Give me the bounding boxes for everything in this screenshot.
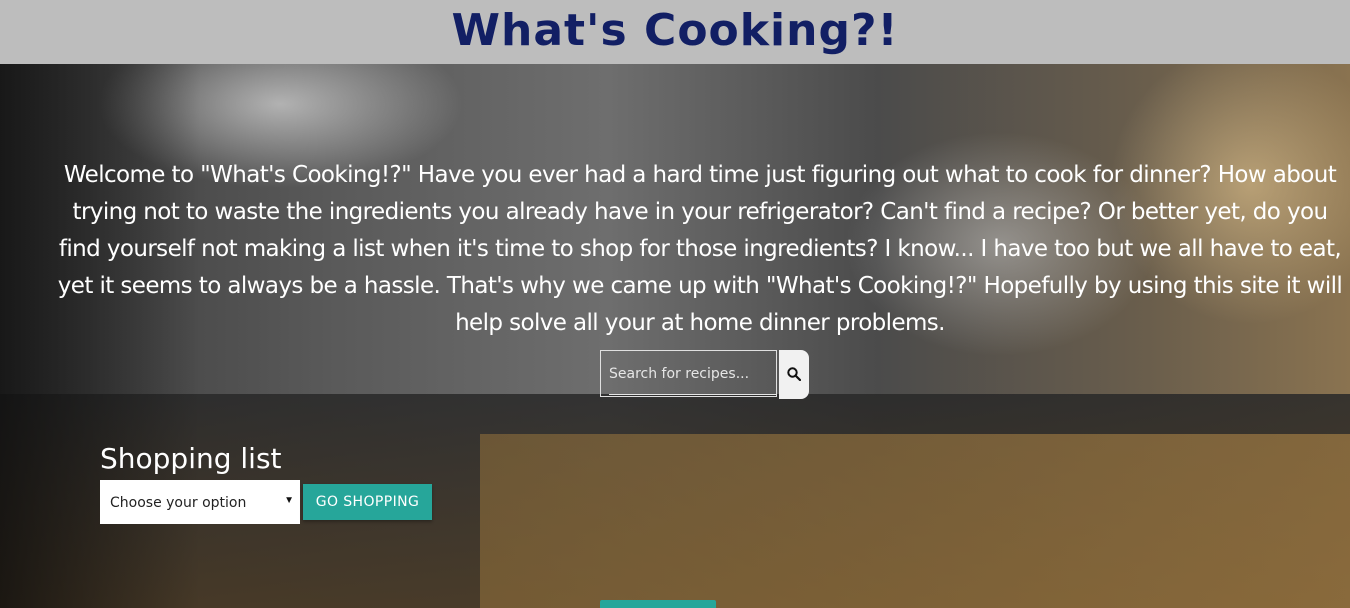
search-underline [609,394,777,395]
partial-button[interactable] [600,600,716,608]
site-title: What's Cooking?! [451,5,899,56]
caret-down-icon: ▼ [284,495,294,506]
shopping-option-select[interactable]: Choose your option ▼ [100,480,300,524]
shopping-list-title: Shopping list [100,442,282,475]
intro-text: Welcome to "What's Cooking!?" Have you e… [57,162,1343,336]
search-input[interactable] [600,350,777,397]
hero-section: Welcome to "What's Cooking!?" Have you e… [0,64,1350,608]
search-icon [787,367,801,381]
go-shopping-button[interactable]: GO SHOPPING [303,484,432,520]
search-button[interactable] [779,350,809,399]
recipe-search [600,350,809,399]
hero-background-cabinets [480,434,1350,608]
site-header: What's Cooking?! [0,0,1350,64]
select-value: Choose your option [110,495,247,511]
